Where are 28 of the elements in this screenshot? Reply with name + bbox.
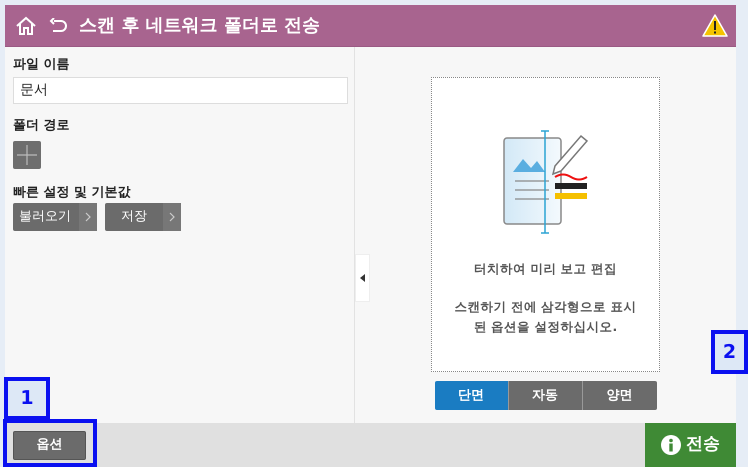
- side-option-button[interactable]: 자동: [508, 381, 582, 410]
- file-name-label: 파일 이름: [13, 56, 71, 74]
- quick-settings-button[interactable]: 저장: [105, 202, 181, 230]
- quick-settings-button[interactable]: 불러오기: [13, 202, 97, 230]
- screen-title: 스캔 후 네트워크 폴더로 전송: [79, 14, 322, 38]
- preview-area[interactable]: 터치하여 미리 보고 편집 스캔하기 전에 삼각형으로 표시된 옵션을 설정하십시오.: [431, 77, 660, 372]
- collapse-handle[interactable]: [355, 254, 370, 302]
- home-icon[interactable]: [15, 14, 37, 36]
- plus-icon: [17, 145, 37, 165]
- preview-hint: 스캔하기 전에 삼각형으로 표시된 옵션을 설정하십시오.: [453, 298, 638, 336]
- chevron-icon: [169, 212, 175, 222]
- file-name-field[interactable]: 문서: [13, 76, 348, 104]
- side-option-button[interactable]: 단면: [434, 381, 508, 410]
- callout-label: 1: [4, 377, 50, 420]
- preview-title: 터치하여 미리 보고 편집: [474, 260, 618, 278]
- callout-label: 2: [711, 330, 748, 374]
- add-folder-button[interactable]: [13, 141, 41, 169]
- document-edit-icon: [502, 130, 588, 234]
- options-button[interactable]: 옵션: [13, 430, 86, 460]
- folder-path-label: 폴더 경로: [13, 116, 71, 134]
- send-button[interactable]: 전송: [645, 423, 736, 467]
- quick-settings-label: 빠른 설정 및 기본값: [13, 184, 132, 202]
- back-icon[interactable]: [49, 18, 67, 34]
- chevron-icon: [85, 212, 91, 222]
- info-icon: [661, 435, 681, 455]
- warning-icon[interactable]: [702, 14, 728, 37]
- side-option-button[interactable]: 양면: [582, 381, 656, 410]
- left-triangle-icon: [360, 274, 365, 282]
